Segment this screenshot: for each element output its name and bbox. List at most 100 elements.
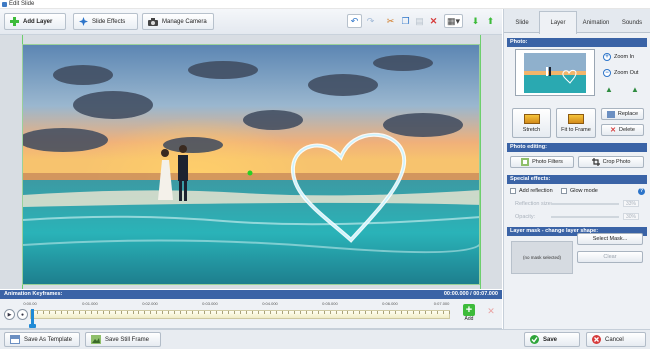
redo-icon[interactable]: ↷ [364,14,377,28]
timeline-tick [240,311,241,314]
delete-keyframe-icon[interactable]: ✕ [486,306,496,316]
keyframes-label: Animation Keyframes: [4,291,63,297]
clear-mask-label: Clear [603,254,617,260]
save-as-template-button[interactable]: Save As Template [4,332,80,347]
reflection-size-label: Reflection size: [515,201,553,207]
replace-label: Replace [617,111,639,117]
zoom-out-button[interactable]: − Zoom Out [603,69,638,77]
add-layer-button[interactable]: Add Layer [4,13,66,30]
zoom-out-icon: − [603,69,611,77]
timeline-tick [60,311,62,314]
zoom-in-icon: + [603,53,611,61]
delete-icon[interactable]: ✕ [427,14,440,28]
zoom-out-label: Zoom Out [614,70,639,76]
timeline-tick [234,311,236,314]
reflection-size-slider[interactable]: Reflection size: 33% [515,200,645,208]
tab-animation[interactable]: Animation [578,12,614,33]
reflection-size-value[interactable]: 33% [623,200,639,207]
fit-to-frame-icon [568,113,584,124]
manage-camera-button[interactable]: Manage Camera [142,13,214,30]
timeline-tick [138,311,140,314]
timeline-tick [108,311,110,314]
app-icon [2,2,7,7]
timeline-tick [407,311,409,314]
crop-icon [591,158,600,166]
opacity-slider[interactable]: Opacity: 30% [515,213,645,221]
copy-icon[interactable]: ❐ [399,14,412,28]
photo-filters-button[interactable]: Photo Filters [510,156,574,168]
timeline-tick [54,311,56,314]
select-mask-button[interactable]: Select Mask... [577,233,643,245]
ruler-tick-label: 0:03.000 [202,301,218,306]
timeline-tick [102,311,104,314]
cut-icon[interactable]: ✂ [384,14,397,28]
rotate-left-icon[interactable]: ▲ [604,85,614,94]
timeline-tick [281,311,283,314]
add-reflection-box [510,188,516,194]
timeline-tick [311,311,313,314]
glow-mode-checkbox[interactable]: Glow mode [561,188,598,194]
timeline-tick [425,311,427,314]
zoom-in-button[interactable]: + Zoom In [603,53,634,61]
photo-filters-label: Photo Filters [532,159,563,165]
timeline-tick [419,311,421,314]
timeline-tick [449,311,450,314]
timeline-tick [299,311,301,314]
play-icon[interactable]: ▶ [4,309,15,320]
save-still-frame-button[interactable]: Save Still Frame [85,332,161,347]
fit-to-frame-label: Fit to Frame [561,126,591,133]
timeline-tick [257,311,259,314]
undo-icon[interactable]: ↶ [347,14,362,28]
timeline-tick [192,311,194,314]
opacity-track[interactable] [551,216,619,218]
timeline-tick [251,311,253,314]
move-up-icon[interactable]: ⬆ [484,14,497,28]
delete-photo-button[interactable]: ✕ Delete [601,124,644,136]
select-mask-label: Select Mask... [592,236,628,242]
fit-to-frame-button[interactable]: Fit to Frame [556,108,596,138]
replace-button[interactable]: Replace [601,108,644,120]
stretch-button[interactable]: Stretch [512,108,551,138]
help-icon[interactable]: ? [638,188,645,195]
ruler-tick-label: 0:05.000 [322,301,338,306]
guide-line-right [480,35,481,289]
timeline-tick [353,311,355,314]
timeline-tick [293,311,295,314]
photo-editing-header: Photo editing: [507,143,647,152]
timeline-tick [305,311,307,314]
add-reflection-checkbox[interactable]: Add reflection [510,188,553,194]
paste-icon[interactable]: ▤ [413,14,426,28]
timeline-tick [180,311,182,314]
camera-icon [148,17,158,26]
tab-sounds[interactable]: Sounds [615,12,649,33]
thumbnail-image [524,53,586,93]
slide-effects-button[interactable]: Slide Effects [73,13,138,30]
move-down-icon[interactable]: ⬇ [469,14,482,28]
timeline-tick [329,311,331,314]
timeline-tick [347,311,349,314]
opacity-value[interactable]: 30% [623,213,639,220]
slide-effects-label: Slide Effects [92,18,126,25]
save-button[interactable]: Save [524,332,580,347]
keyframe-marker[interactable] [29,309,36,328]
timeline-tick [371,311,373,314]
delete-photo-icon: ✕ [610,126,616,134]
stop-icon[interactable]: ● [17,309,28,320]
tab-slide[interactable]: Slide [506,12,538,33]
timeline-tick [341,311,343,314]
timeline-tick [168,311,170,314]
crop-photo-button[interactable]: Crop Photo [578,156,644,168]
timeline-tick [210,311,212,314]
clear-mask-button[interactable]: Clear [577,251,643,263]
keyframe-track[interactable] [30,310,450,319]
slide-canvas[interactable] [22,44,480,285]
image-icon [91,335,101,344]
rotate-right-icon[interactable]: ▲ [630,85,640,94]
timeline-tick [198,311,200,314]
grid-dropdown-icon[interactable]: ▦▾ [444,14,463,28]
reflection-size-track[interactable] [551,203,619,205]
tab-layer[interactable]: Layer [539,11,577,34]
cancel-button[interactable]: Cancel [586,332,646,347]
add-keyframe-button[interactable]: + Add [458,304,480,326]
timeline-tick [359,311,361,314]
